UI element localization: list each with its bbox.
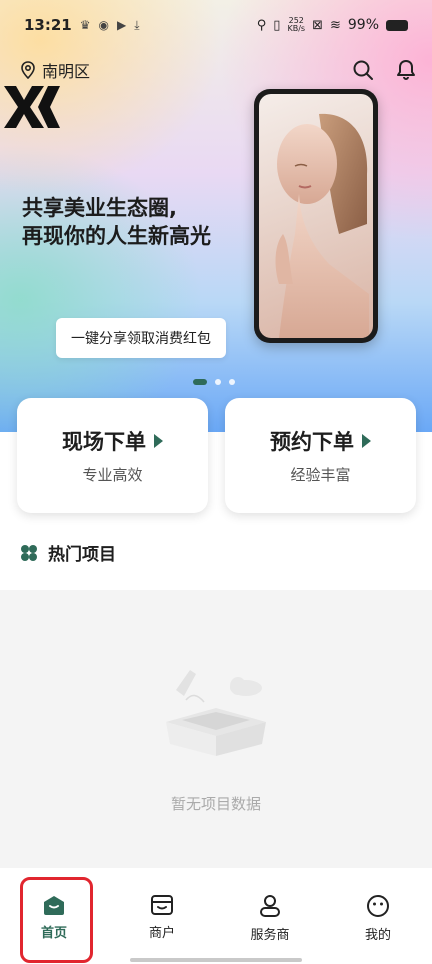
tab-label: 服务商	[250, 928, 290, 943]
slogan-line-2: 再现你的人生新高光	[22, 224, 211, 248]
tab-mine[interactable]: 我的	[324, 868, 432, 964]
onsite-order-card[interactable]: 现场下单 专业高效	[17, 398, 208, 513]
triangle-right-icon	[154, 434, 163, 448]
card-title: 现场下单	[62, 426, 163, 456]
location-label: 南明区	[42, 62, 91, 81]
tab-merchant[interactable]: 商户	[108, 868, 216, 964]
phone-mockup	[254, 89, 378, 343]
slogan-line-1: 共享美业生态圈,	[22, 196, 177, 220]
empty-state	[0, 590, 432, 868]
empty-box-illustration	[166, 670, 266, 756]
hot-projects-header: 热门项目	[20, 540, 116, 565]
tab-label: 商户	[148, 926, 175, 941]
search-icon[interactable]	[352, 59, 374, 81]
play-icon: ▶	[117, 18, 127, 32]
home-indicator[interactable]	[130, 958, 302, 962]
crown-icon: ♛	[79, 18, 91, 32]
app-icon: ◉	[98, 18, 109, 32]
reservation-order-card[interactable]: 预约下单 经验丰富	[225, 398, 416, 513]
battery-icon	[386, 19, 408, 31]
card-title: 预约下单	[270, 426, 371, 456]
highlight-box	[20, 877, 93, 963]
location-pin-icon	[21, 61, 35, 79]
status-bar: 13:21 ♛ ◉ ▶ ⤓ ⚲ ▯ 252 KB/s ⊠ ≋ 99%	[0, 0, 432, 50]
tab-label: 我的	[364, 928, 391, 943]
vibrate-icon: ▯	[273, 17, 281, 33]
section-title: 热门项目	[48, 545, 116, 565]
location-bar: 南明区	[20, 56, 416, 84]
carousel-indicator	[193, 379, 235, 385]
clock: 13:21	[24, 16, 72, 34]
model-photo	[259, 94, 373, 338]
carousel-dot-active[interactable]	[193, 379, 207, 385]
empty-state-text: 暂无项目数据	[170, 795, 261, 813]
triangle-right-icon	[362, 434, 371, 448]
battery-percent: 99%	[347, 17, 379, 33]
smile-icon	[367, 895, 389, 917]
location-pin-icon: ⚲	[256, 17, 267, 33]
carousel-dot[interactable]	[215, 379, 221, 385]
tab-service-provider[interactable]: 服务商	[216, 868, 324, 964]
person-icon	[260, 895, 280, 917]
share-coupon-button[interactable]: 一键分享领取消费红包	[56, 318, 226, 358]
wifi-icon: ≋	[329, 17, 341, 33]
network-speed: 252 KB/s	[287, 16, 306, 33]
model-portrait-illustration	[275, 113, 369, 338]
location-selector[interactable]: 南明区	[20, 58, 90, 82]
brand-logo	[4, 86, 60, 128]
banner-slogan: 共享美业生态圈, 再现你的人生新高光	[22, 194, 211, 250]
card-subtitle: 经验丰富	[290, 466, 351, 484]
card-subtitle: 专业高效	[82, 466, 143, 484]
store-icon	[151, 895, 173, 915]
clover-icon	[21, 544, 37, 561]
download-icon: ⤓	[134, 17, 140, 32]
bell-icon[interactable]	[396, 59, 416, 81]
carousel-dot[interactable]	[229, 379, 235, 385]
sim-icon: ⊠	[312, 17, 323, 33]
